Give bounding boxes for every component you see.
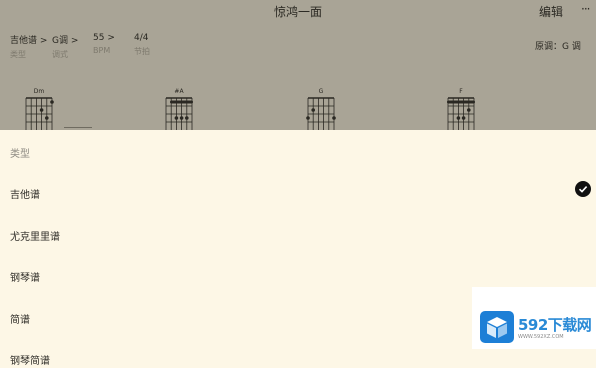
chord-grid (447, 97, 475, 130)
option-piano-score[interactable]: 钢琴谱 (10, 269, 40, 284)
sheet-title: 类型 (10, 149, 30, 160)
meta-type-value: 吉他谱 > (10, 36, 48, 46)
chord-grid (165, 97, 193, 130)
strum-line (64, 127, 92, 128)
meta-time-label: 节拍 (134, 47, 150, 56)
meta-bpm-label: BPM (93, 46, 111, 55)
meta-key[interactable]: G调 > 调式 (52, 33, 78, 60)
meta-key-value: G调 > (52, 36, 79, 46)
watermark-url: WWW.592XZ.COM (518, 334, 564, 340)
option-numbered-notation[interactable]: 简谱 (10, 311, 30, 326)
watermark-brand: 592下载网 (518, 316, 592, 334)
meta-bpm[interactable]: 55 > BPM (93, 33, 115, 55)
cube-logo-icon (480, 311, 514, 343)
edit-button[interactable]: 编辑 (539, 3, 563, 20)
checkmark-icon (575, 181, 591, 197)
more-button[interactable]: ··· (581, 2, 591, 16)
meta-bpm-value: 55 > (93, 33, 115, 43)
option-piano-numbered-notation[interactable]: 钢琴简谱 (10, 352, 50, 367)
chord-grid (25, 97, 54, 130)
score-preview-area: 惊鸿一面 编辑 ··· 吉他谱 > 类型 G调 > 调式 55 > BPM 4/… (0, 0, 596, 130)
chord-grid (306, 97, 336, 130)
watermark: 592下载网 WWW.592XZ.COM (472, 287, 596, 349)
page-title: 惊鸿一面 (273, 5, 322, 19)
option-ukulele-tab[interactable]: 尤克里里谱 (10, 228, 60, 243)
meta-key-label: 调式 (52, 50, 68, 59)
meta-type[interactable]: 吉他谱 > 类型 (10, 33, 47, 60)
original-key-info: 原调：G 调 (535, 42, 581, 52)
option-guitar-tab[interactable]: 吉他谱 (10, 186, 40, 201)
meta-time-signature[interactable]: 4/4 节拍 (134, 33, 150, 57)
meta-time-value: 4/4 (134, 33, 149, 43)
meta-type-label: 类型 (10, 50, 26, 59)
